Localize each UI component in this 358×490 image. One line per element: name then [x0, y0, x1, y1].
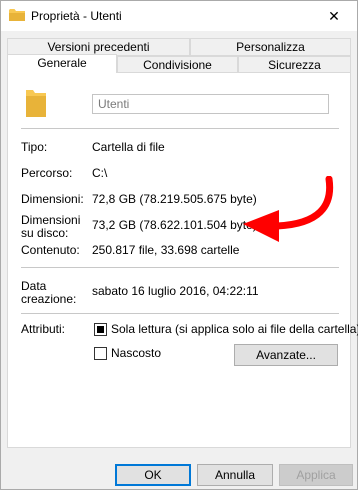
created-label-line2: creazione: — [21, 292, 77, 306]
folder-name-field[interactable]: Utenti — [92, 94, 329, 114]
tab-generale[interactable]: Generale — [7, 54, 117, 73]
separator — [21, 267, 339, 268]
folder-icon — [9, 9, 25, 21]
type-value: Cartella di file — [92, 140, 165, 154]
ok-button[interactable]: OK — [115, 464, 191, 486]
size-on-disk-value: 73,2 GB (78.622.101.504 byte) — [92, 218, 257, 232]
window-title: Proprietà - Utenti — [31, 9, 122, 23]
size-value: 72,8 GB (78.219.505.675 byte) — [92, 192, 257, 206]
hidden-label: Nascosto — [111, 346, 162, 360]
separator — [21, 313, 339, 314]
properties-window: Proprietà - Utenti ✕ Versioni precedenti… — [0, 0, 358, 490]
readonly-label: Sola lettura (si applica solo ai file de… — [111, 322, 358, 336]
close-icon: ✕ — [328, 7, 340, 24]
title-bar: Proprietà - Utenti ✕ — [1, 1, 357, 31]
separator — [21, 128, 339, 129]
general-panel: Utenti Tipo: Cartella di file Percorso: … — [7, 72, 358, 448]
hidden-checkbox[interactable] — [94, 347, 107, 360]
created-value: sabato 16 luglio 2016, 04:22:11 — [92, 284, 259, 298]
folder-icon — [26, 90, 46, 117]
attributes-label: Attributi: — [21, 322, 66, 336]
location-label: Percorso: — [21, 166, 73, 180]
tab-personalizza[interactable]: Personalizza — [190, 38, 351, 56]
contents-label: Contenuto: — [21, 243, 80, 257]
red-arrow-annotation — [243, 176, 334, 242]
tab-sicurezza[interactable]: Sicurezza — [238, 56, 351, 73]
contents-value: 250.817 file, 33.698 cartelle — [92, 243, 240, 257]
readonly-checkbox[interactable] — [94, 323, 107, 336]
cancel-button[interactable]: Annulla — [197, 464, 273, 486]
location-value: C:\ — [92, 166, 108, 180]
apply-button[interactable]: Applica — [279, 464, 353, 486]
advanced-button[interactable]: Avanzate... — [234, 344, 338, 366]
tab-condivisione[interactable]: Condivisione — [117, 56, 238, 73]
size-label: Dimensioni: — [21, 192, 84, 206]
type-label: Tipo: — [21, 140, 48, 154]
close-button[interactable]: ✕ — [311, 1, 357, 31]
size-on-disk-label-line2: su disco: — [21, 226, 69, 240]
